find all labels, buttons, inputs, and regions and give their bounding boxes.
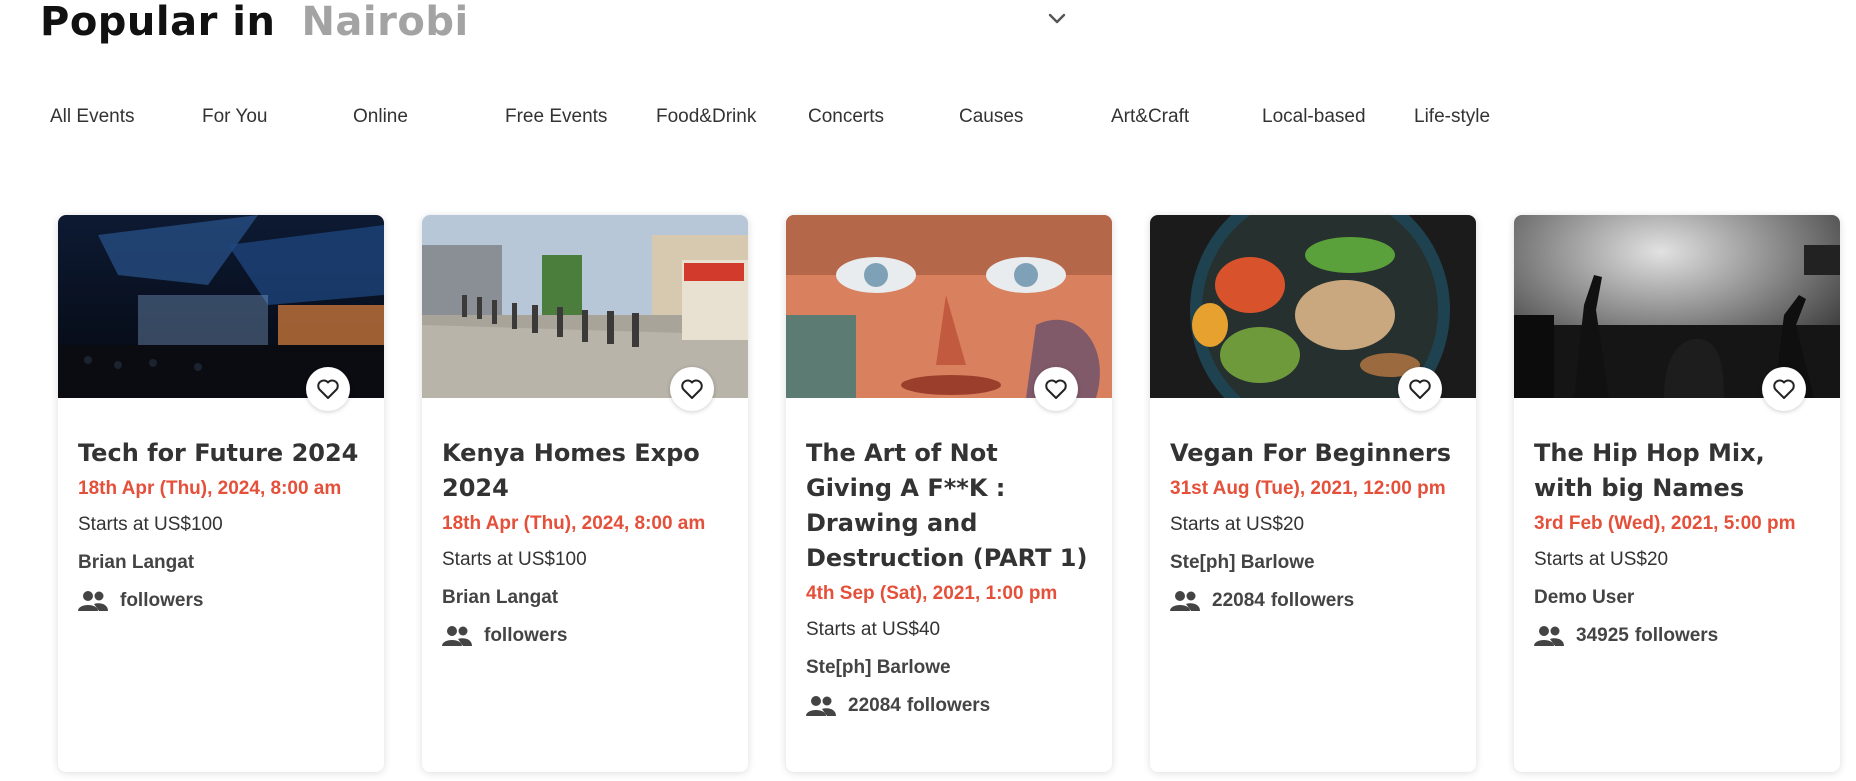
- tab-causes[interactable]: Causes: [959, 106, 1023, 128]
- people-icon: [442, 626, 472, 646]
- event-card[interactable]: Tech for Future 2024 18th Apr (Thu), 202…: [58, 215, 384, 772]
- followers-count: 22084: [848, 695, 901, 716]
- chevron-down-icon[interactable]: [1046, 8, 1068, 30]
- event-date: 3rd Feb (Wed), 2021, 5:00 pm: [1534, 513, 1796, 534]
- followers-label: followers: [484, 625, 568, 646]
- organizer-followers: 22084 followers: [1170, 587, 1456, 615]
- event-price: Starts at US$40: [806, 619, 941, 640]
- event-card[interactable]: The Art of Not Giving A F**K : Drawing a…: [786, 215, 1112, 772]
- event-card[interactable]: The Hip Hop Mix, with big Names 3rd Feb …: [1514, 215, 1840, 772]
- event-card[interactable]: Kenya Homes Expo 2024 18th Apr (Thu), 20…: [422, 215, 748, 772]
- tab-food-drink[interactable]: Food&Drink: [656, 106, 756, 128]
- organizer-followers: followers: [442, 622, 728, 650]
- organizer-name[interactable]: Ste[ph] Barlowe: [806, 654, 1092, 682]
- people-icon: [1534, 626, 1564, 646]
- event-card[interactable]: Vegan For Beginners 31st Aug (Tue), 2021…: [1150, 215, 1476, 772]
- organizer-name[interactable]: Brian Langat: [78, 549, 364, 577]
- event-title[interactable]: The Art of Not Giving A F**K : Drawing a…: [806, 436, 1092, 576]
- tab-local-based[interactable]: Local-based: [1262, 106, 1366, 128]
- event-price: Starts at US$100: [442, 549, 587, 570]
- tab-life-style[interactable]: Life-style: [1414, 106, 1490, 128]
- followers-count: 22084: [1212, 590, 1265, 611]
- organizer-name[interactable]: Demo User: [1534, 584, 1820, 612]
- heart-icon[interactable]: [670, 367, 714, 411]
- heart-icon[interactable]: [1762, 367, 1806, 411]
- people-icon: [78, 591, 108, 611]
- heart-icon[interactable]: [1398, 367, 1442, 411]
- event-title[interactable]: Kenya Homes Expo 2024: [442, 436, 728, 506]
- event-title[interactable]: Vegan For Beginners: [1170, 436, 1456, 471]
- followers-label: followers: [1634, 625, 1719, 646]
- event-date: 4th Sep (Sat), 2021, 1:00 pm: [806, 583, 1058, 604]
- organizer-name[interactable]: Ste[ph] Barlowe: [1170, 549, 1456, 577]
- tab-concerts[interactable]: Concerts: [808, 106, 884, 128]
- people-icon: [806, 696, 836, 716]
- event-date: 18th Apr (Thu), 2024, 8:00 am: [78, 478, 342, 499]
- page-header: Popular in Nairobi: [40, 0, 469, 45]
- followers-label: followers: [120, 590, 204, 611]
- tab-all-events[interactable]: All Events: [50, 106, 134, 128]
- people-icon: [1170, 591, 1200, 611]
- event-date: 18th Apr (Thu), 2024, 8:00 am: [442, 513, 706, 534]
- followers-label: followers: [906, 695, 991, 716]
- city-selector[interactable]: Nairobi: [301, 0, 468, 45]
- event-title[interactable]: Tech for Future 2024: [78, 436, 364, 471]
- organizer-followers: 34925 followers: [1534, 622, 1820, 650]
- page-title: Popular in: [40, 0, 276, 45]
- tab-for-you[interactable]: For You: [202, 106, 268, 128]
- followers-label: followers: [1270, 590, 1355, 611]
- tab-free-events[interactable]: Free Events: [505, 106, 607, 128]
- tab-online[interactable]: Online: [353, 106, 408, 128]
- organizer-followers: followers: [78, 587, 364, 615]
- event-price: Starts at US$100: [78, 514, 223, 535]
- event-date: 31st Aug (Tue), 2021, 12:00 pm: [1170, 478, 1446, 499]
- event-price: Starts at US$20: [1170, 514, 1305, 535]
- heart-icon[interactable]: [306, 367, 350, 411]
- tab-art-craft[interactable]: Art&Craft: [1111, 106, 1189, 128]
- event-price: Starts at US$20: [1534, 549, 1669, 570]
- followers-count: 34925: [1576, 625, 1629, 646]
- heart-icon[interactable]: [1034, 367, 1078, 411]
- event-title[interactable]: The Hip Hop Mix, with big Names: [1534, 436, 1820, 506]
- organizer-name[interactable]: Brian Langat: [442, 584, 728, 612]
- organizer-followers: 22084 followers: [806, 692, 1092, 720]
